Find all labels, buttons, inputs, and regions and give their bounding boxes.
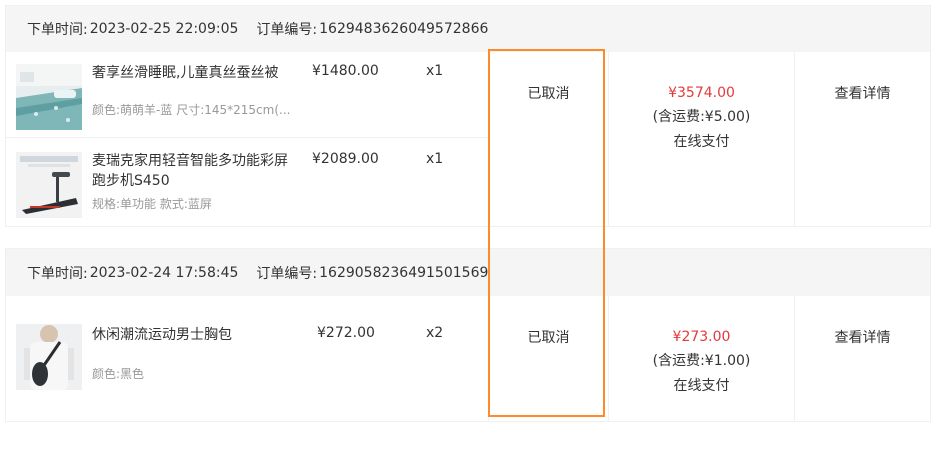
order-time-label: 下单时间:: [27, 265, 88, 282]
treadmill-product-image[interactable]: [16, 152, 82, 218]
goods-column: 奢享丝滑睡眠,儿童真丝蚕丝被 颜色:萌萌羊-蓝 尺寸:145*215cm(...…: [6, 52, 488, 226]
order-number: 1629058236491501569: [319, 264, 489, 281]
order-header: 下单时间: 2023-02-25 22:09:05 订单编号: 16294836…: [6, 6, 930, 52]
item-info: 麦瑞克家用轻音智能多功能彩屏跑步机S450 规格:单功能 款式:蓝屏: [92, 151, 292, 212]
list-item: 休闲潮流运动男士胸包 颜色:黑色 ¥272.00 x2: [6, 308, 488, 408]
item-quantity: x1: [426, 63, 444, 79]
item-name[interactable]: 奢享丝滑睡眠,儿童真丝蚕丝被: [92, 63, 292, 83]
item-quantity: x1: [426, 151, 444, 167]
order-body: 奢享丝滑睡眠,儿童真丝蚕丝被 颜色:萌萌羊-蓝 尺寸:145*215cm(...…: [6, 52, 930, 226]
item-quantity: x2: [426, 325, 444, 341]
order-status: 已取消: [527, 330, 570, 346]
item-spec: 颜色:萌萌羊-蓝 尺寸:145*215cm(...: [92, 103, 291, 117]
order-card: 下单时间: 2023-02-24 17:58:45 订单编号: 16290582…: [5, 248, 931, 422]
order-number: 1629483626049572866: [319, 21, 489, 37]
list-item: 奢享丝滑睡眠,儿童真丝蚕丝被 颜色:萌萌羊-蓝 尺寸:145*215cm(...…: [6, 52, 488, 137]
payment-method: 在线支付: [673, 378, 730, 394]
view-detail-link[interactable]: 查看详情: [835, 330, 891, 346]
list-item: 麦瑞克家用轻音智能多功能彩屏跑步机S450 规格:单功能 款式:蓝屏 ¥2089…: [6, 138, 488, 226]
shipping-fee: (含运费:¥5.00): [652, 109, 751, 125]
view-detail-link[interactable]: 查看详情: [835, 86, 891, 102]
item-price: ¥272.00: [317, 325, 375, 341]
item-price: ¥1480.00: [312, 63, 379, 79]
order-time-label: 下单时间:: [27, 22, 88, 38]
price-column: ¥3574.00 (含运费:¥5.00) 在线支付: [608, 52, 794, 226]
order-total: ¥273.00: [672, 329, 731, 345]
item-name[interactable]: 麦瑞克家用轻音智能多功能彩屏跑步机S450: [92, 151, 292, 191]
bedding-product-image[interactable]: [16, 64, 82, 130]
status-column: 已取消: [488, 296, 608, 421]
order-time: 2023-02-25 22:09:05: [89, 21, 239, 37]
item-info: 休闲潮流运动男士胸包 颜色:黑色: [92, 325, 292, 382]
shipping-fee: (含运费:¥1.00): [652, 353, 751, 369]
order-body: 休闲潮流运动男士胸包 颜色:黑色 ¥272.00 x2 已取消 ¥273.00 …: [6, 296, 930, 421]
order-number-label: 订单编号:: [256, 265, 318, 282]
item-spec: 颜色:黑色: [92, 367, 145, 381]
item-price: ¥2089.00: [312, 151, 379, 167]
item-spec: 规格:单功能 款式:蓝屏: [92, 197, 212, 211]
order-time: 2023-02-24 17:58:45: [89, 264, 239, 281]
order-header: 下单时间: 2023-02-24 17:58:45 订单编号: 16290582…: [6, 249, 930, 296]
payment-method: 在线支付: [673, 134, 730, 150]
item-info: 奢享丝滑睡眠,儿童真丝蚕丝被 颜色:萌萌羊-蓝 尺寸:145*215cm(...: [92, 63, 292, 118]
action-column: 查看详情: [794, 296, 930, 421]
goods-column: 休闲潮流运动男士胸包 颜色:黑色 ¥272.00 x2: [6, 296, 488, 421]
order-number-label: 订单编号:: [256, 22, 318, 38]
status-column: 已取消: [488, 52, 608, 226]
item-name[interactable]: 休闲潮流运动男士胸包: [92, 325, 292, 345]
price-column: ¥273.00 (含运费:¥1.00) 在线支付: [608, 296, 794, 421]
order-status: 已取消: [527, 86, 570, 102]
order-total: ¥3574.00: [668, 85, 735, 101]
order-card: 下单时间: 2023-02-25 22:09:05 订单编号: 16294836…: [5, 5, 931, 227]
chest-bag-product-image[interactable]: [16, 324, 82, 390]
action-column: 查看详情: [794, 52, 930, 226]
